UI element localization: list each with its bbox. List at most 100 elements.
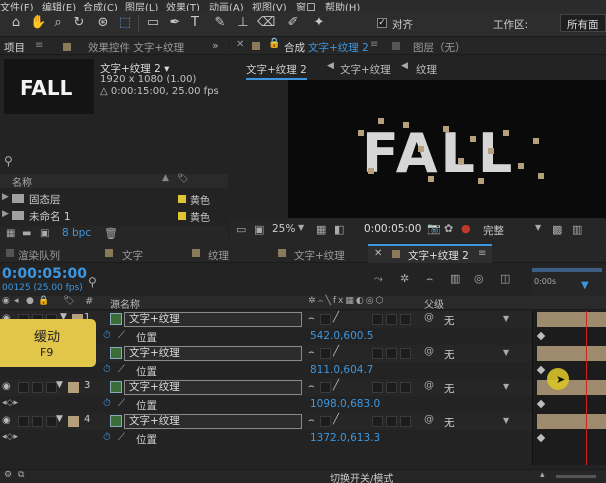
pen-icon[interactable]: ✒ (167, 15, 183, 31)
draft-3d-icon[interactable]: ⤳ (374, 272, 383, 286)
layer-switches-icon[interactable]: ⧉ (18, 470, 24, 480)
mask-icon[interactable]: ◧ (334, 223, 344, 236)
align-checkbox[interactable]: ✓ (377, 18, 387, 28)
solo-icon[interactable]: ● (26, 296, 34, 306)
parent-dropdown[interactable]: 无 (444, 347, 455, 362)
collapse-switch[interactable] (320, 382, 331, 393)
solo-switch[interactable] (32, 382, 43, 393)
audio-switch[interactable] (18, 382, 29, 393)
lock-icon[interactable]: 🔒 (38, 296, 49, 306)
comp-viewer[interactable]: FALL (288, 80, 606, 218)
chevron-down-icon[interactable]: ▼ (503, 382, 509, 391)
tab-text-comp[interactable]: 文字 (122, 248, 143, 263)
quality-switch-icon[interactable]: ╱ (333, 346, 339, 357)
graph-icon[interactable]: ⟋ (118, 398, 125, 409)
3d-switch[interactable] (400, 314, 411, 325)
property-row[interactable]: ◂◇▸ ⏱ ⟋ 位置 1098.0,683.0 (0, 396, 532, 413)
expand-panes-icon[interactable]: ⚙ (4, 470, 12, 480)
shy-switch-icon[interactable]: ⌢ (308, 415, 315, 426)
label-tag-icon[interactable]: 🏷 (63, 296, 74, 306)
work-area-bar[interactable] (532, 268, 602, 272)
color-picker-icon[interactable]: ● (461, 222, 471, 235)
rectangle-icon[interactable]: ▭ (145, 15, 161, 31)
keyframe[interactable] (536, 365, 546, 375)
keyframe-nav-icon[interactable]: ◂◇▸ (2, 432, 18, 442)
playhead-handle[interactable]: ▼ (581, 280, 589, 291)
zoom-slider[interactable] (556, 475, 596, 478)
current-time[interactable]: 0:00:05:00 (2, 266, 87, 282)
3d-switch[interactable] (400, 348, 411, 359)
tab-text-texture-comp[interactable]: 文字+纹理 (294, 248, 345, 263)
motion-blur-switch[interactable] (386, 348, 397, 359)
audio-toggle-icon[interactable]: ◂ (14, 296, 19, 306)
stopwatch-icon[interactable]: ⏱ (103, 364, 111, 375)
chevron-down-icon[interactable]: ▼ (535, 223, 541, 232)
label-color-swatch[interactable] (68, 382, 79, 393)
zoom-out-icon[interactable]: ▴ (540, 470, 545, 480)
motion-blur-icon[interactable]: ◎ (474, 272, 484, 285)
hamburger-icon[interactable]: ≡ (35, 40, 43, 51)
rotate-icon[interactable]: ↻ (71, 15, 87, 31)
time-ruler[interactable]: 0:00s ▼ (532, 266, 606, 296)
tab-render-queue[interactable]: 渲染队列 (18, 248, 60, 263)
shy-switch-icon[interactable]: ⌢ (308, 381, 315, 392)
layer-row[interactable]: ◉ ▼ 4 文字+纹理 ⌢ ╱ @ 无 ▼ (0, 413, 532, 430)
bpc-button[interactable]: 8 bpc (62, 227, 91, 239)
fast-preview-icon[interactable]: ▥ (572, 223, 582, 236)
tab-composition[interactable]: 合成 (284, 40, 305, 55)
graph-icon[interactable]: ⟋ (118, 432, 125, 443)
audio-switch[interactable] (18, 416, 29, 427)
motion-blur-switch[interactable] (386, 314, 397, 325)
tab-effect-controls[interactable]: 效果控件 文字+纹理 (88, 40, 184, 55)
keyframe-nav-icon[interactable]: ◂◇▸ (2, 398, 18, 408)
hamburger-icon[interactable]: ≡ (478, 248, 486, 259)
new-comp-icon[interactable]: ▣ (40, 228, 49, 239)
project-item[interactable]: ▶ 未命名 1 黄色 (0, 209, 228, 224)
layer-row[interactable]: ◉ ▼ 3 文字+纹理 ⌢ ╱ @ 无 ▼ (0, 379, 532, 396)
pickwhip-icon[interactable]: @ (424, 312, 434, 323)
close-icon[interactable]: ✕ (374, 248, 382, 259)
transparency-grid-icon[interactable]: ▩ (552, 223, 562, 236)
keyframe[interactable] (536, 433, 546, 443)
quality-switch-icon[interactable]: ╱ (333, 414, 339, 425)
property-value[interactable]: 1098.0,683.0 (310, 398, 380, 410)
stopwatch-icon[interactable]: ⏱ (103, 398, 111, 409)
sort-up-icon[interactable]: ▲ (162, 173, 169, 183)
graph-editor-icon[interactable]: ◫ (500, 272, 510, 285)
close-icon[interactable]: ✕ (236, 39, 244, 50)
tab-comp-name[interactable]: 文字+纹理 2 (308, 40, 369, 55)
layer-bar[interactable] (537, 312, 606, 327)
keyframe[interactable] (536, 399, 546, 409)
shy-switch-icon[interactable]: ⌢ (308, 347, 315, 358)
keyframe[interactable] (536, 331, 546, 341)
comp-flowchart-icon[interactable]: ✲ (400, 272, 409, 285)
source-name-header[interactable]: 源名称 (110, 296, 140, 311)
solo-switch[interactable] (32, 416, 43, 427)
label-color-swatch[interactable] (68, 416, 79, 427)
frame-blend-icon[interactable]: ▥ (450, 272, 460, 285)
graph-icon[interactable]: ⟋ (118, 330, 125, 341)
clone-stamp-icon[interactable]: ⊥ (235, 15, 251, 31)
layer-bar[interactable] (537, 346, 606, 361)
twirl-down-icon[interactable]: ▼ (56, 380, 63, 390)
col-name-header[interactable]: 名称 (12, 174, 32, 189)
orbit-camera-icon[interactable]: ⊛ (95, 15, 111, 31)
property-value[interactable]: 811.0,604.7 (310, 364, 373, 376)
pickwhip-icon[interactable]: @ (424, 380, 434, 391)
puppet-pin-icon[interactable]: ✦ (311, 15, 327, 31)
fx-switch[interactable] (372, 348, 383, 359)
resolution-dropdown[interactable]: 完整 (483, 223, 504, 238)
viewer-timecode[interactable]: 0:00:05:00 (364, 223, 421, 235)
interpret-footage-icon[interactable]: ▦ (6, 228, 15, 239)
quality-switch-icon[interactable]: ╱ (333, 380, 339, 391)
trash-icon[interactable]: 🗑 (104, 227, 118, 240)
hamburger-icon[interactable]: ≡ (370, 39, 378, 50)
brush-icon[interactable]: ✎ (212, 15, 228, 31)
search-icon[interactable]: ⚲ (4, 154, 13, 168)
region-icon[interactable]: ▣ (254, 223, 264, 236)
breadcrumb[interactable]: 文字+纹理 2 (246, 62, 307, 80)
3d-switch[interactable] (400, 416, 411, 427)
quality-switch-icon[interactable]: ╱ (333, 312, 339, 323)
property-value[interactable]: 1372.0,613.3 (310, 432, 380, 444)
grid-icon[interactable]: ▦ (316, 223, 326, 236)
